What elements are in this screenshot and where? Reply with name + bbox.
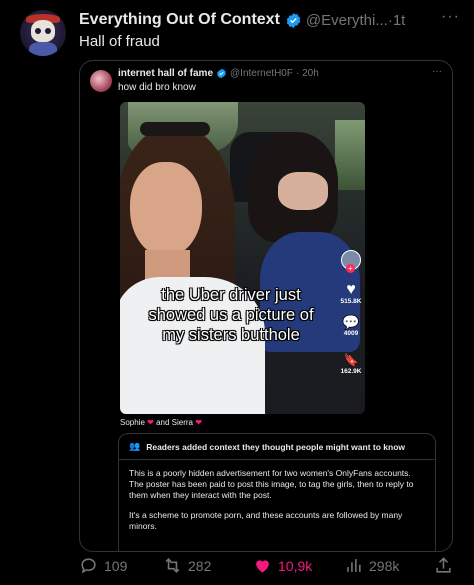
share-icon [436,557,451,573]
note-paragraph: It's a scheme to promote porn, and these… [129,510,403,531]
note-paragraph: This is a poorly hidden advertisement fo… [129,468,414,500]
author-handle[interactable]: @Everythi... [306,12,388,29]
bookmark-icon: 🔖 [343,353,359,367]
reply-icon [81,558,96,574]
heart-filled-icon [256,560,269,573]
quoted-verified-badge-icon [217,68,226,79]
person-face [130,162,202,257]
quoted-author-name[interactable]: internet hall of fame [118,68,213,79]
views-chart-icon [347,559,361,572]
tiktok-comment: 💬 4009 [338,314,364,337]
quoted-time: · 20h [295,68,319,79]
caption-line: showed us a picture of [148,306,314,324]
more-options-icon[interactable]: ··· [441,8,460,26]
tweet-time[interactable]: 1t [393,12,406,29]
media-caption: the Uber driver just showed us a picture… [136,285,326,345]
heart-icon: ♥ [346,281,356,298]
tiktok-comment-count: 4009 [343,330,359,337]
community-note-body: This is a poorly hidden advertisement fo… [129,468,425,541]
repost-icon [165,558,180,573]
media-tags: Sophie ❤ and Sierra ❤ [120,418,202,427]
tag-name: Sophie [120,418,145,427]
quoted-more-icon[interactable]: ··· [432,66,442,77]
quoted-author-avatar[interactable] [90,70,112,92]
quoted-author-handle[interactable]: @InternetH0F [230,68,293,79]
reply-count: 109 [104,557,128,574]
tiktok-save-count: 162.9K [340,368,362,375]
view-count: 298k [369,557,400,574]
tiktok-save: 🔖 162.9K [338,352,364,375]
author-name[interactable]: Everything Out Of Context [79,11,280,29]
repost-count: 282 [188,557,212,574]
like-count: 10,9k [278,557,313,574]
caption-line: the Uber driver just [161,286,301,304]
avatar-skull [31,20,55,42]
tweet-header: Everything Out Of Context @Everythi... ·… [79,9,464,31]
views-button[interactable]: 298k [344,556,399,575]
person-hands [278,172,328,210]
community-note-title: Readers added context they thought peopl… [146,441,406,452]
quoted-tweet[interactable]: internet hall of fame @InternetH0F · 20h… [79,60,453,552]
author-avatar[interactable] [20,10,66,56]
community-note-header: 👥 Readers added context they thought peo… [119,434,435,460]
tag-name: and Sierra [156,418,194,427]
sunglasses [140,122,210,136]
tiktok-like-count: 515.8K [340,298,362,305]
reply-button[interactable]: 109 [79,556,127,575]
follow-plus-icon: + [346,264,355,273]
heart-emoji-icon: ❤ [195,418,202,427]
caption-line: my sisters butthole [162,326,300,344]
quoted-text: how did bro know [118,82,196,93]
tweet-action-bar: 109 282 10,9k 298k [79,556,459,580]
quoted-header: internet hall of fame @InternetH0F · 20h [118,68,319,79]
people-icon: 👥 [129,441,141,451]
repost-button[interactable]: 282 [163,556,211,575]
comment-bubble-icon: 💬 [342,314,360,330]
community-note[interactable]: 👥 Readers added context they thought peo… [118,433,436,551]
share-button[interactable] [434,556,459,575]
tweet-text: Hall of fraud [79,33,160,50]
tiktok-like: ♥ 515.8K [338,281,364,306]
avatar-body [29,42,57,56]
verified-badge-icon [286,12,301,28]
heart-emoji-icon: ❤ [147,418,154,427]
quoted-media-image[interactable]: the Uber driver just showed us a picture… [120,102,365,414]
like-button[interactable]: 10,9k [253,556,312,575]
car-side-window [335,120,365,190]
